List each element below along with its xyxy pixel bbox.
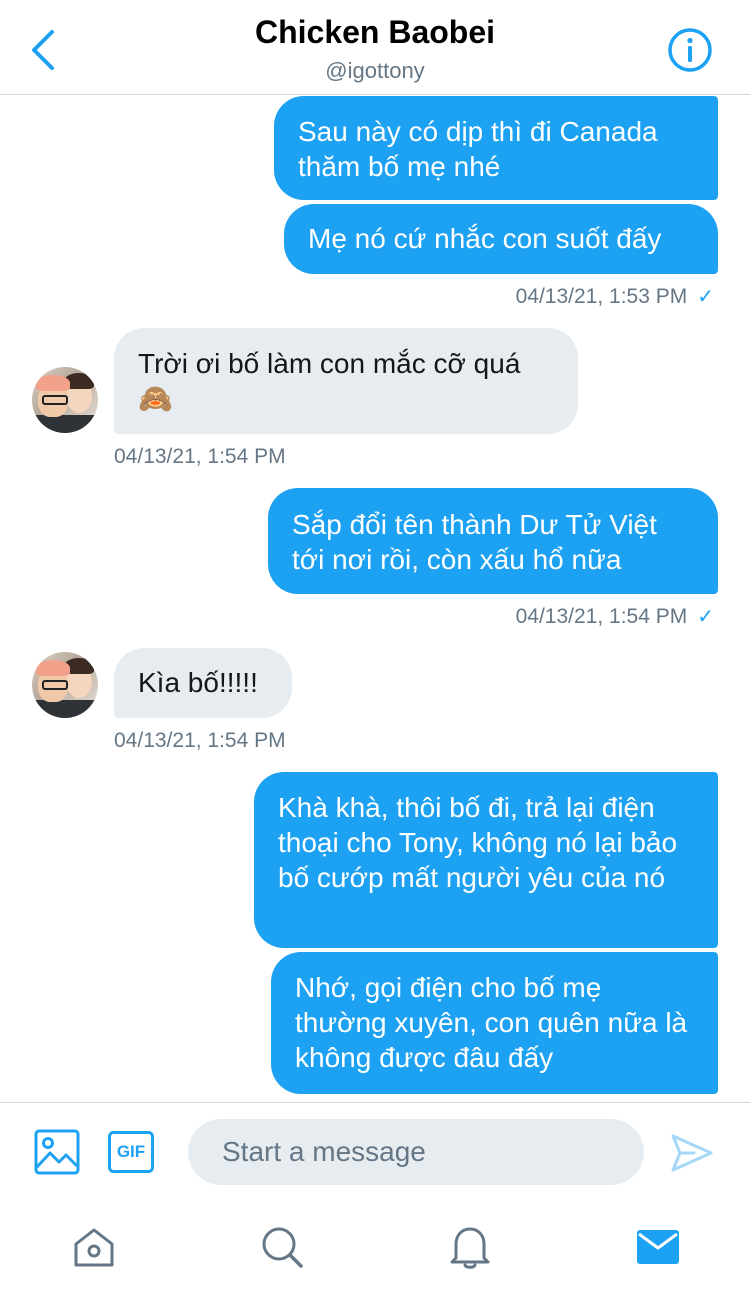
message-text: Trời ơi bố làm con mắc cỡ quá: [138, 348, 521, 379]
message-text: Sau này có dịp thì đi Canada thăm bố mẹ …: [298, 116, 658, 182]
message-timestamp: 04/13/21, 1:54 PM ✓: [516, 604, 714, 629]
bottom-tab-bar: [0, 1200, 750, 1299]
timestamp-text: 04/13/21, 1:54 PM: [515, 605, 688, 628]
conversation-header: Chicken Baobei @igottony: [0, 0, 750, 95]
message-text: Khà khà, thôi bố đi, trả lại điện thoại …: [278, 792, 678, 893]
message-bubble-incoming[interactable]: Trời ơi bố làm con mắc cỡ quá 🙈: [114, 328, 578, 434]
avatar[interactable]: [32, 367, 98, 433]
timestamp-text: 04/13/21, 1:53 PM: [515, 285, 688, 308]
search-icon[interactable]: [260, 1225, 304, 1269]
mail-icon[interactable]: [636, 1229, 680, 1265]
message-composer: GIF: [0, 1102, 750, 1201]
message-timestamp: 04/13/21, 1:54 PM: [114, 729, 286, 752]
message-bubble-outgoing[interactable]: Mẹ nó cứ nhắc con suốt đấy: [284, 204, 718, 274]
message-text: Kìa bố!!!!!: [138, 667, 258, 698]
read-check-icon: ✓: [697, 286, 714, 308]
conversation-handle: @igottony: [325, 58, 425, 83]
info-icon[interactable]: [666, 26, 714, 74]
message-text: Mẹ nó cứ nhắc con suốt đấy: [308, 223, 662, 254]
gif-button[interactable]: GIF: [108, 1131, 154, 1173]
message-timestamp: 04/13/21, 1:54 PM: [114, 445, 286, 468]
read-check-icon: ✓: [697, 606, 714, 628]
message-input[interactable]: [188, 1119, 644, 1185]
message-bubble-outgoing[interactable]: Nhớ, gọi điện cho bố mẹ thường xuyên, co…: [271, 952, 718, 1094]
message-text: Nhớ, gọi điện cho bố mẹ thường xuyên, co…: [295, 972, 688, 1073]
gif-label: GIF: [116, 1142, 146, 1161]
image-icon[interactable]: [34, 1129, 80, 1175]
conversation-title: Chicken Baobei: [254, 14, 496, 50]
send-icon[interactable]: [670, 1133, 714, 1173]
bell-icon[interactable]: [448, 1224, 492, 1270]
message-timestamp: 04/13/21, 1:53 PM ✓: [516, 284, 714, 309]
avatar[interactable]: [32, 652, 98, 718]
see-no-evil-monkey-icon: 🙈: [138, 382, 173, 415]
message-bubble-outgoing[interactable]: Sau này có dịp thì đi Canada thăm bố mẹ …: [274, 96, 718, 200]
message-text: Sắp đổi tên thành Dư Tử Việt tới nơi rồi…: [292, 509, 657, 575]
home-icon[interactable]: [72, 1225, 116, 1269]
message-bubble-outgoing[interactable]: Khà khà, thôi bố đi, trả lại điện thoại …: [254, 772, 718, 948]
message-bubble-incoming[interactable]: Kìa bố!!!!!: [114, 648, 292, 718]
message-bubble-outgoing[interactable]: Sắp đổi tên thành Dư Tử Việt tới nơi rồi…: [268, 488, 718, 594]
